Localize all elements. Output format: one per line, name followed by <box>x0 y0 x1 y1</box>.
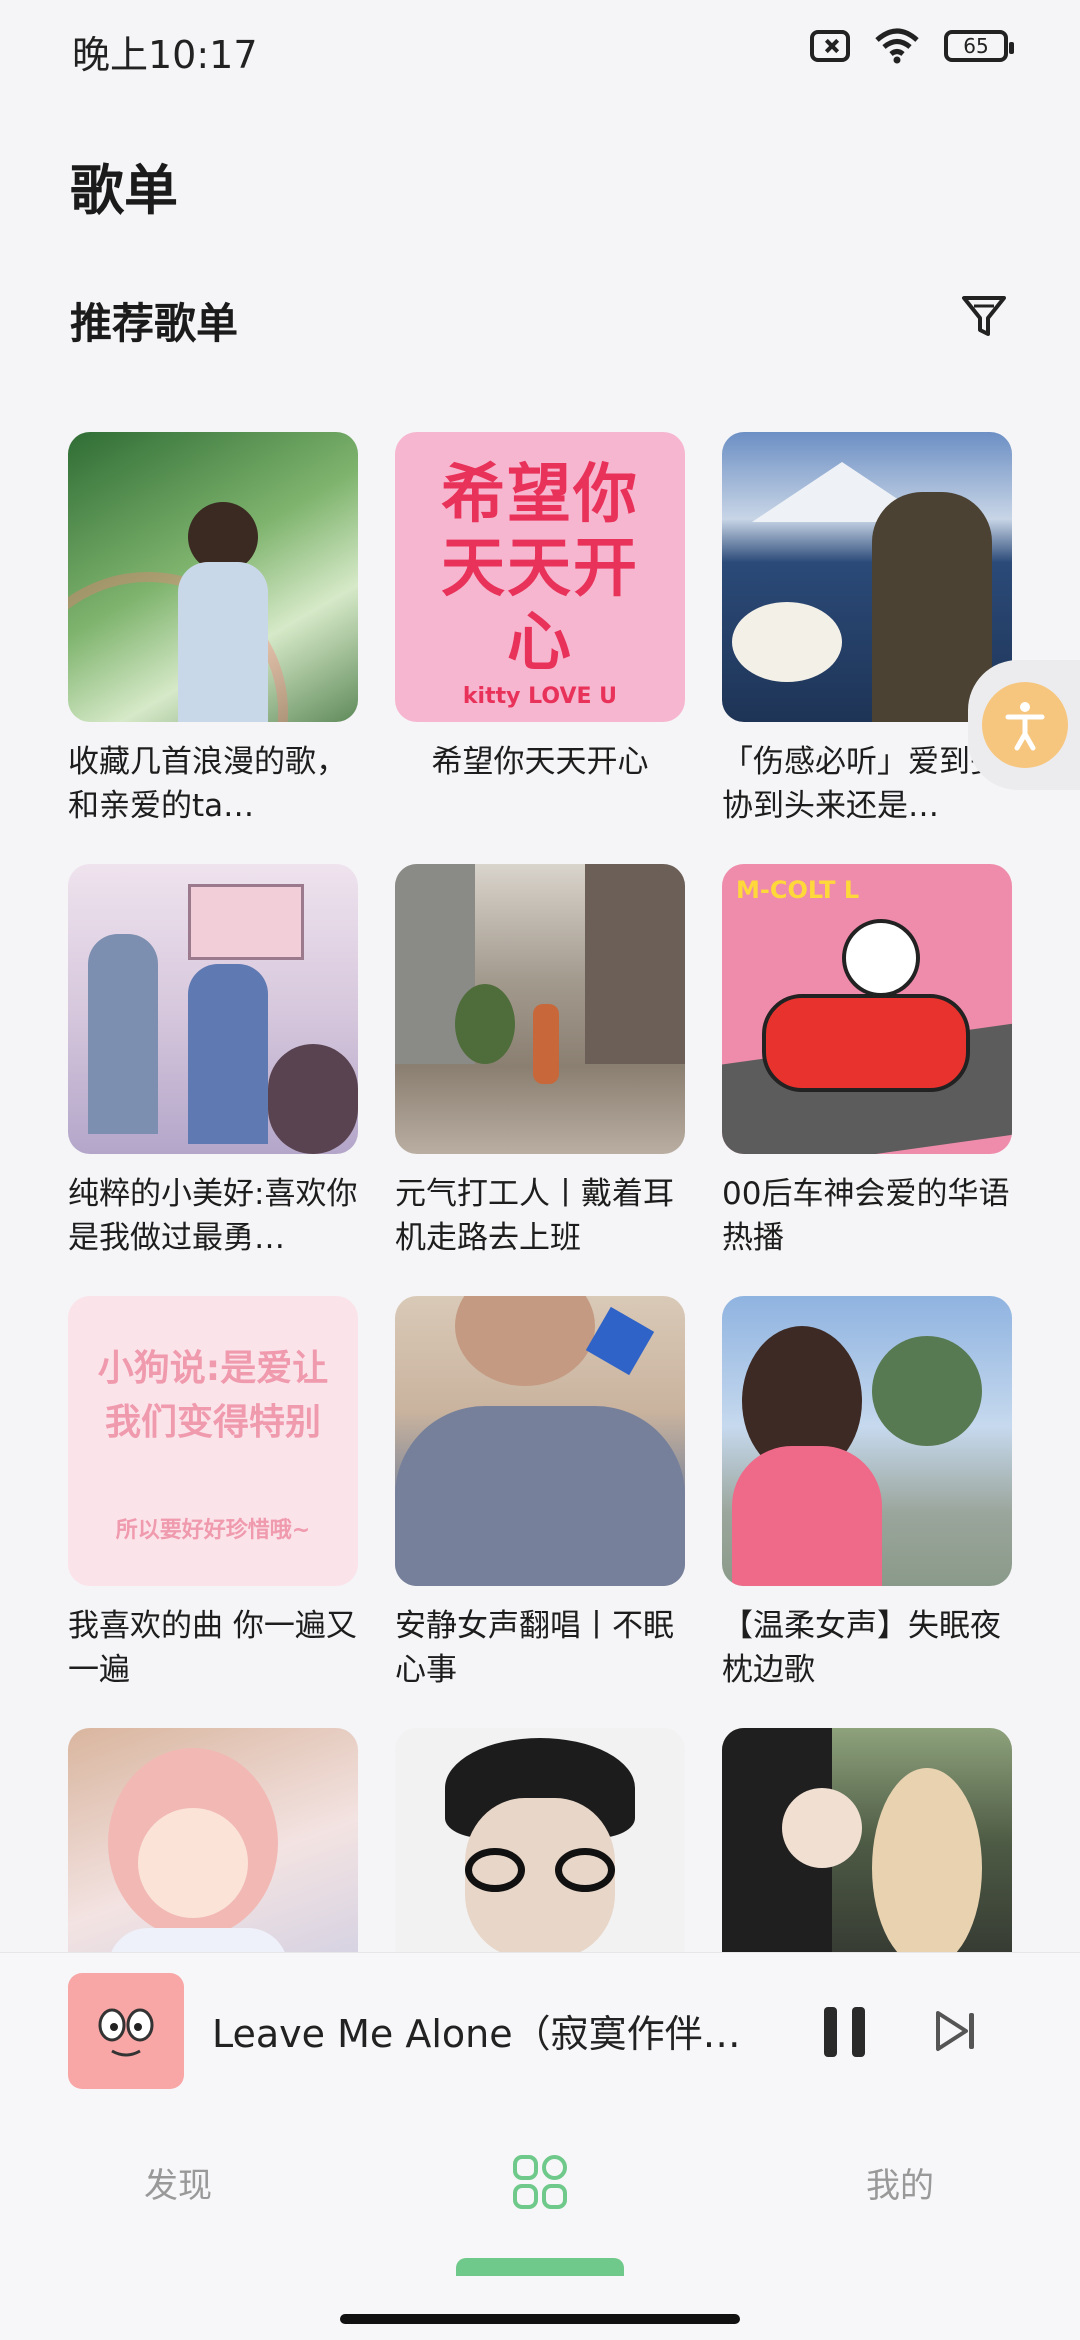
accessibility-icon <box>982 682 1068 768</box>
status-time: 晚上10:17 <box>72 33 258 77</box>
cover-text: 小狗说:是爱让我们变得特别 <box>97 1348 329 1443</box>
playlist-card[interactable]: 元气打工人丨戴着耳机走路去上班 <box>395 864 685 1260</box>
playlist-card[interactable] <box>395 1728 685 1952</box>
playlist-cover <box>722 1296 1012 1586</box>
section-title: 推荐歌单 <box>70 299 239 348</box>
cover-subtext: 所以要好好珍惜哦~ <box>115 1518 311 1543</box>
playlist-cover: 希望你天天开心 kitty LOVE U <box>395 432 685 722</box>
playlist-title: 安静女声翻唱丨不眠心事 <box>395 1608 674 1688</box>
playlist-card[interactable]: 小狗说:是爱让我们变得特别 所以要好好珍惜哦~ 我喜欢的曲 你一遍又一遍 <box>68 1296 358 1692</box>
playlist-card[interactable] <box>722 1728 1012 1952</box>
playlist-cover <box>722 1728 1012 1952</box>
playlist-card[interactable]: 收藏几首浪漫的歌，和亲爱的ta… <box>68 432 358 828</box>
playlist-card[interactable] <box>68 1728 358 1952</box>
playlist-cover <box>68 864 358 1154</box>
filter-icon[interactable] <box>958 290 1010 342</box>
playlist-cover: 小狗说:是爱让我们变得特别 所以要好好珍惜哦~ <box>68 1296 358 1586</box>
pause-button[interactable] <box>824 2007 868 2057</box>
playlist-title: 纯粹的小美好:喜欢你 是我做过最勇… <box>68 1176 358 1256</box>
playlist-title: 「伤感必听」爱到妥协到头来还是… <box>722 744 1001 824</box>
playlist-card[interactable]: 安静女声翻唱丨不眠心事 <box>395 1296 685 1692</box>
playlist-cover <box>722 432 1012 722</box>
playlist-card[interactable]: 希望你天天开心 kitty LOVE U 希望你天天开心 <box>395 432 685 784</box>
cover-text: 希望你天天开心 <box>441 458 639 680</box>
mini-player[interactable]: Leave Me Alone（寂寞作伴… <box>0 1952 1080 2099</box>
now-playing-cover <box>68 1973 184 2089</box>
floating-accessibility-button[interactable] <box>968 660 1080 790</box>
no-sim-icon <box>810 30 850 62</box>
playlist-cover <box>395 1296 685 1586</box>
playlist-title: 【温柔女声】失眠夜枕边歌 <box>722 1608 1001 1688</box>
playlist-cover <box>395 1728 685 1952</box>
wifi-icon <box>875 28 919 64</box>
playlist-title: 我喜欢的曲 你一遍又一遍 <box>68 1608 357 1688</box>
playlist-cover <box>395 864 685 1154</box>
playlist-cover <box>68 432 358 722</box>
playlist-cover: M-COLT L <box>722 864 1012 1154</box>
page-title: 歌单 <box>70 159 178 222</box>
home-indicator <box>340 2314 740 2324</box>
battery-icon: 65 <box>944 30 1014 62</box>
playlist-card[interactable]: 「伤感必听」爱到妥协到头来还是… <box>722 432 1012 828</box>
nav-playlists-grid-icon[interactable] <box>512 2154 568 2210</box>
playlist-title: 希望你天天开心 <box>431 744 649 780</box>
next-track-button[interactable] <box>934 2009 978 2053</box>
nav-discover[interactable]: 发现 <box>144 2158 212 2207</box>
playlist-title: 收藏几首浪漫的歌，和亲爱的ta… <box>68 744 347 824</box>
cover-subtext: kitty LOVE U <box>462 684 618 709</box>
nav-active-indicator <box>456 2258 624 2276</box>
playlist-card[interactable]: 【温柔女声】失眠夜枕边歌 <box>722 1296 1012 1692</box>
status-bar: 晚上10:17 65 <box>0 0 1080 96</box>
cover-text: M-COLT L <box>736 876 860 904</box>
pause-icon <box>824 2007 837 2057</box>
playlist-card[interactable]: M-COLT L 00后车神会爱的华语热播 <box>722 864 1012 1260</box>
playlist-grid: 收藏几首浪漫的歌，和亲爱的ta… 希望你天天开心 kitty LOVE U 希望… <box>68 432 1012 1952</box>
bottom-navigation: 发现 我的 <box>0 2098 1080 2340</box>
playlist-cover <box>68 1728 358 1952</box>
status-icons: 65 <box>810 28 1014 64</box>
playlist-title: 00后车神会爱的华语热播 <box>722 1176 1010 1256</box>
playlist-title: 元气打工人丨戴着耳机走路去上班 <box>395 1176 674 1256</box>
now-playing-title: Leave Me Alone（寂寞作伴… <box>212 2012 741 2056</box>
playlist-card[interactable]: 纯粹的小美好:喜欢你 是我做过最勇… <box>68 864 358 1260</box>
nav-mine[interactable]: 我的 <box>866 2158 934 2207</box>
